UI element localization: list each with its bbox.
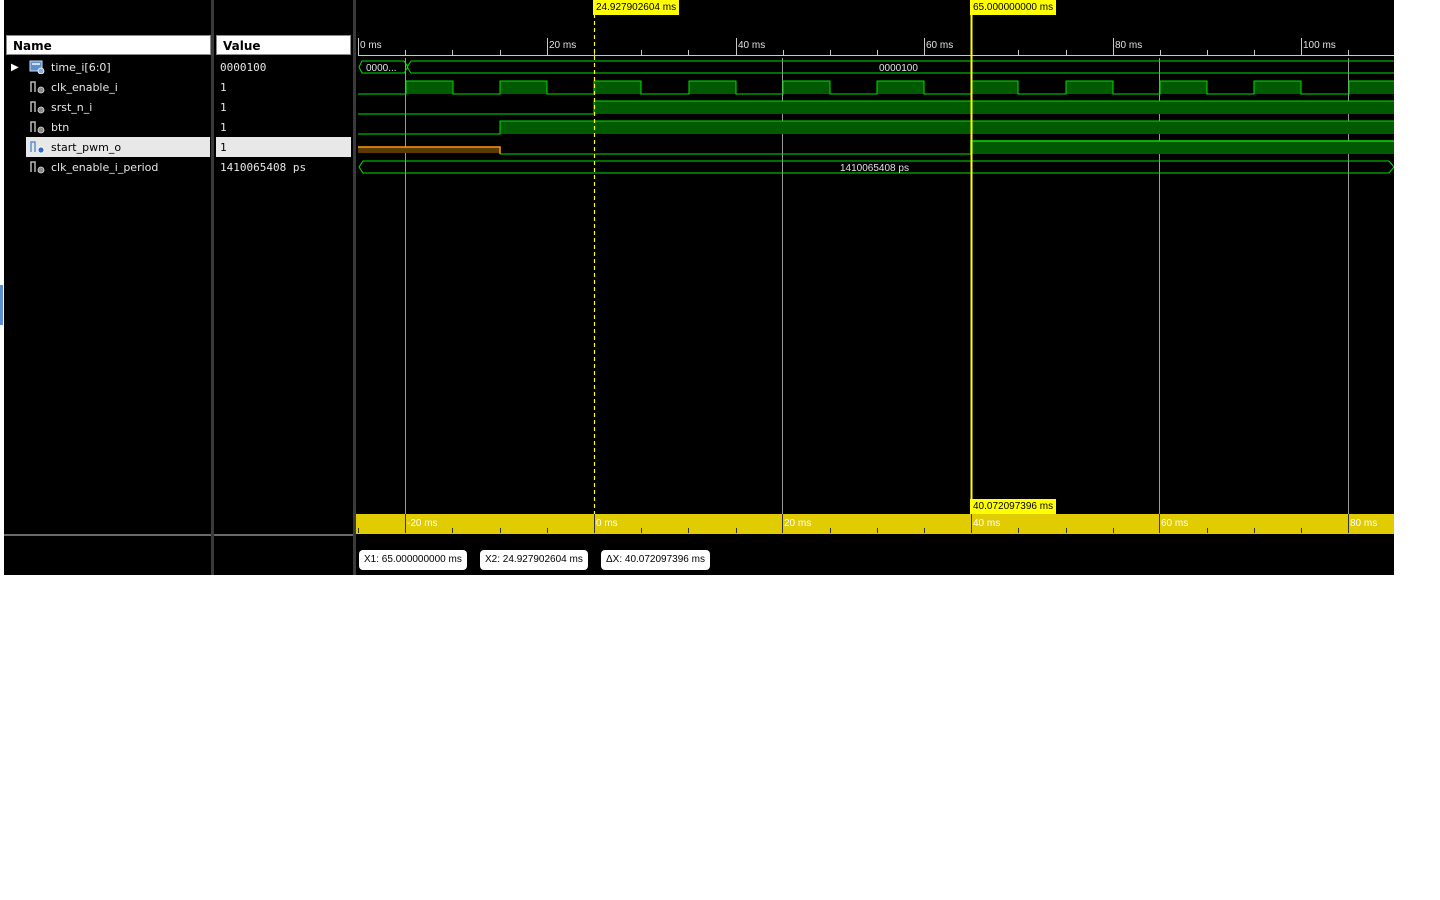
top-ruler-label: 60 ms xyxy=(926,40,953,51)
signal-value: 1 xyxy=(220,121,227,134)
signal-row-clk-enable-i-period[interactable]: clk_enable_i_period xyxy=(26,157,210,177)
value-cell: 1 xyxy=(216,137,351,157)
bottom-ruler-label: -20 ms xyxy=(407,518,438,529)
pane-splitter[interactable] xyxy=(211,0,214,575)
top-ruler-labels: 0 ms 20 ms 40 ms 60 ms 80 ms 100 ms xyxy=(360,40,1336,51)
name-column-header[interactable]: Name xyxy=(6,35,211,55)
signal-row-time-i[interactable]: time_i[6:0] xyxy=(26,57,210,77)
bottom-ruler-label: 40 ms xyxy=(973,518,1000,529)
value-cell: 1 xyxy=(216,77,351,97)
bus-value-label: 1410065408 ps xyxy=(840,163,909,174)
expand-arrow-icon[interactable]: ▶ xyxy=(11,62,19,73)
top-ruler-label: 20 ms xyxy=(549,40,576,51)
signal-value: 0000100 xyxy=(220,61,267,74)
cursor-x1-tag[interactable]: 65.000000000 ms xyxy=(970,0,1057,15)
cursor-x2-tag[interactable]: 24.927902604 ms xyxy=(593,0,680,15)
cursor-x2-readout: X2: 24.927902604 ms xyxy=(480,550,588,570)
logic-signal-icon xyxy=(30,81,45,94)
signal-value: 1 xyxy=(220,141,227,154)
top-ruler xyxy=(358,38,1394,56)
top-ruler-label: 40 ms xyxy=(738,40,765,51)
wave-btn[interactable] xyxy=(358,120,1394,135)
bus-signal-icon xyxy=(29,60,45,74)
name-pane-divider xyxy=(4,534,211,536)
wave-start-pwm-o[interactable] xyxy=(358,140,1394,155)
bus-value-label: 0000100 xyxy=(879,63,918,74)
signal-value: 1 xyxy=(220,81,227,94)
signal-value: 1 xyxy=(220,101,227,114)
signal-name: btn xyxy=(51,121,70,134)
bus-value-label: 0000... xyxy=(366,63,397,74)
wave-srst-n-i[interactable] xyxy=(358,100,1394,115)
signal-row-btn[interactable]: btn xyxy=(26,117,210,137)
bottom-ruler-label: 80 ms xyxy=(1350,518,1377,529)
value-cell: 1 xyxy=(216,117,351,137)
waveform-viewer: Name Value ▶ time_i[6:0] clk_enable_i sr… xyxy=(0,0,1440,900)
wave-clk-enable-i[interactable] xyxy=(358,80,1394,95)
output-signal-icon xyxy=(30,141,45,154)
waveform-canvas[interactable]: 0 ms 20 ms 40 ms 60 ms 80 ms 100 ms 0000… xyxy=(356,0,1394,575)
value-cell: 1410065408 ps xyxy=(216,157,351,177)
bottom-ruler-label: 20 ms xyxy=(784,518,811,529)
value-column-header[interactable]: Value xyxy=(216,35,351,55)
value-pane-divider xyxy=(214,534,353,536)
top-ruler-label: 100 ms xyxy=(1303,40,1336,51)
window-edge-marker xyxy=(0,285,3,325)
signal-name: clk_enable_i_period xyxy=(51,161,159,174)
logic-signal-icon xyxy=(30,161,45,174)
cursor-delta-tag: 40.072097396 ms xyxy=(970,499,1057,514)
signal-row-clk-enable-i[interactable]: clk_enable_i xyxy=(26,77,210,97)
signal-name: srst_n_i xyxy=(51,101,93,114)
wave-time-i[interactable]: 0000... 0000100 xyxy=(358,60,1394,74)
signal-row-start-pwm-o[interactable]: start_pwm_o xyxy=(26,137,210,157)
top-ruler-label: 0 ms xyxy=(360,40,382,51)
signal-row-srst-n-i[interactable]: srst_n_i xyxy=(26,97,210,117)
signal-value: 1410065408 ps xyxy=(220,161,307,174)
bottom-ruler-label: 0 ms xyxy=(596,518,618,529)
cursor-delta-readout: ΔX: 40.072097396 ms xyxy=(601,550,710,570)
signal-name: clk_enable_i xyxy=(51,81,118,94)
bottom-ruler xyxy=(356,514,1394,534)
signal-name: time_i[6:0] xyxy=(51,61,111,74)
top-ruler-label: 80 ms xyxy=(1115,40,1142,51)
cursor-x1-readout: X1: 65.000000000 ms xyxy=(359,550,467,570)
logic-signal-icon xyxy=(30,121,45,134)
logic-signal-icon xyxy=(30,101,45,114)
bottom-ruler-label: 60 ms xyxy=(1161,518,1188,529)
wave-clk-enable-i-period[interactable]: 1410065408 ps xyxy=(358,160,1394,174)
value-cell: 0000100 xyxy=(216,57,351,77)
value-cell: 1 xyxy=(216,97,351,117)
signal-name: start_pwm_o xyxy=(51,141,122,154)
